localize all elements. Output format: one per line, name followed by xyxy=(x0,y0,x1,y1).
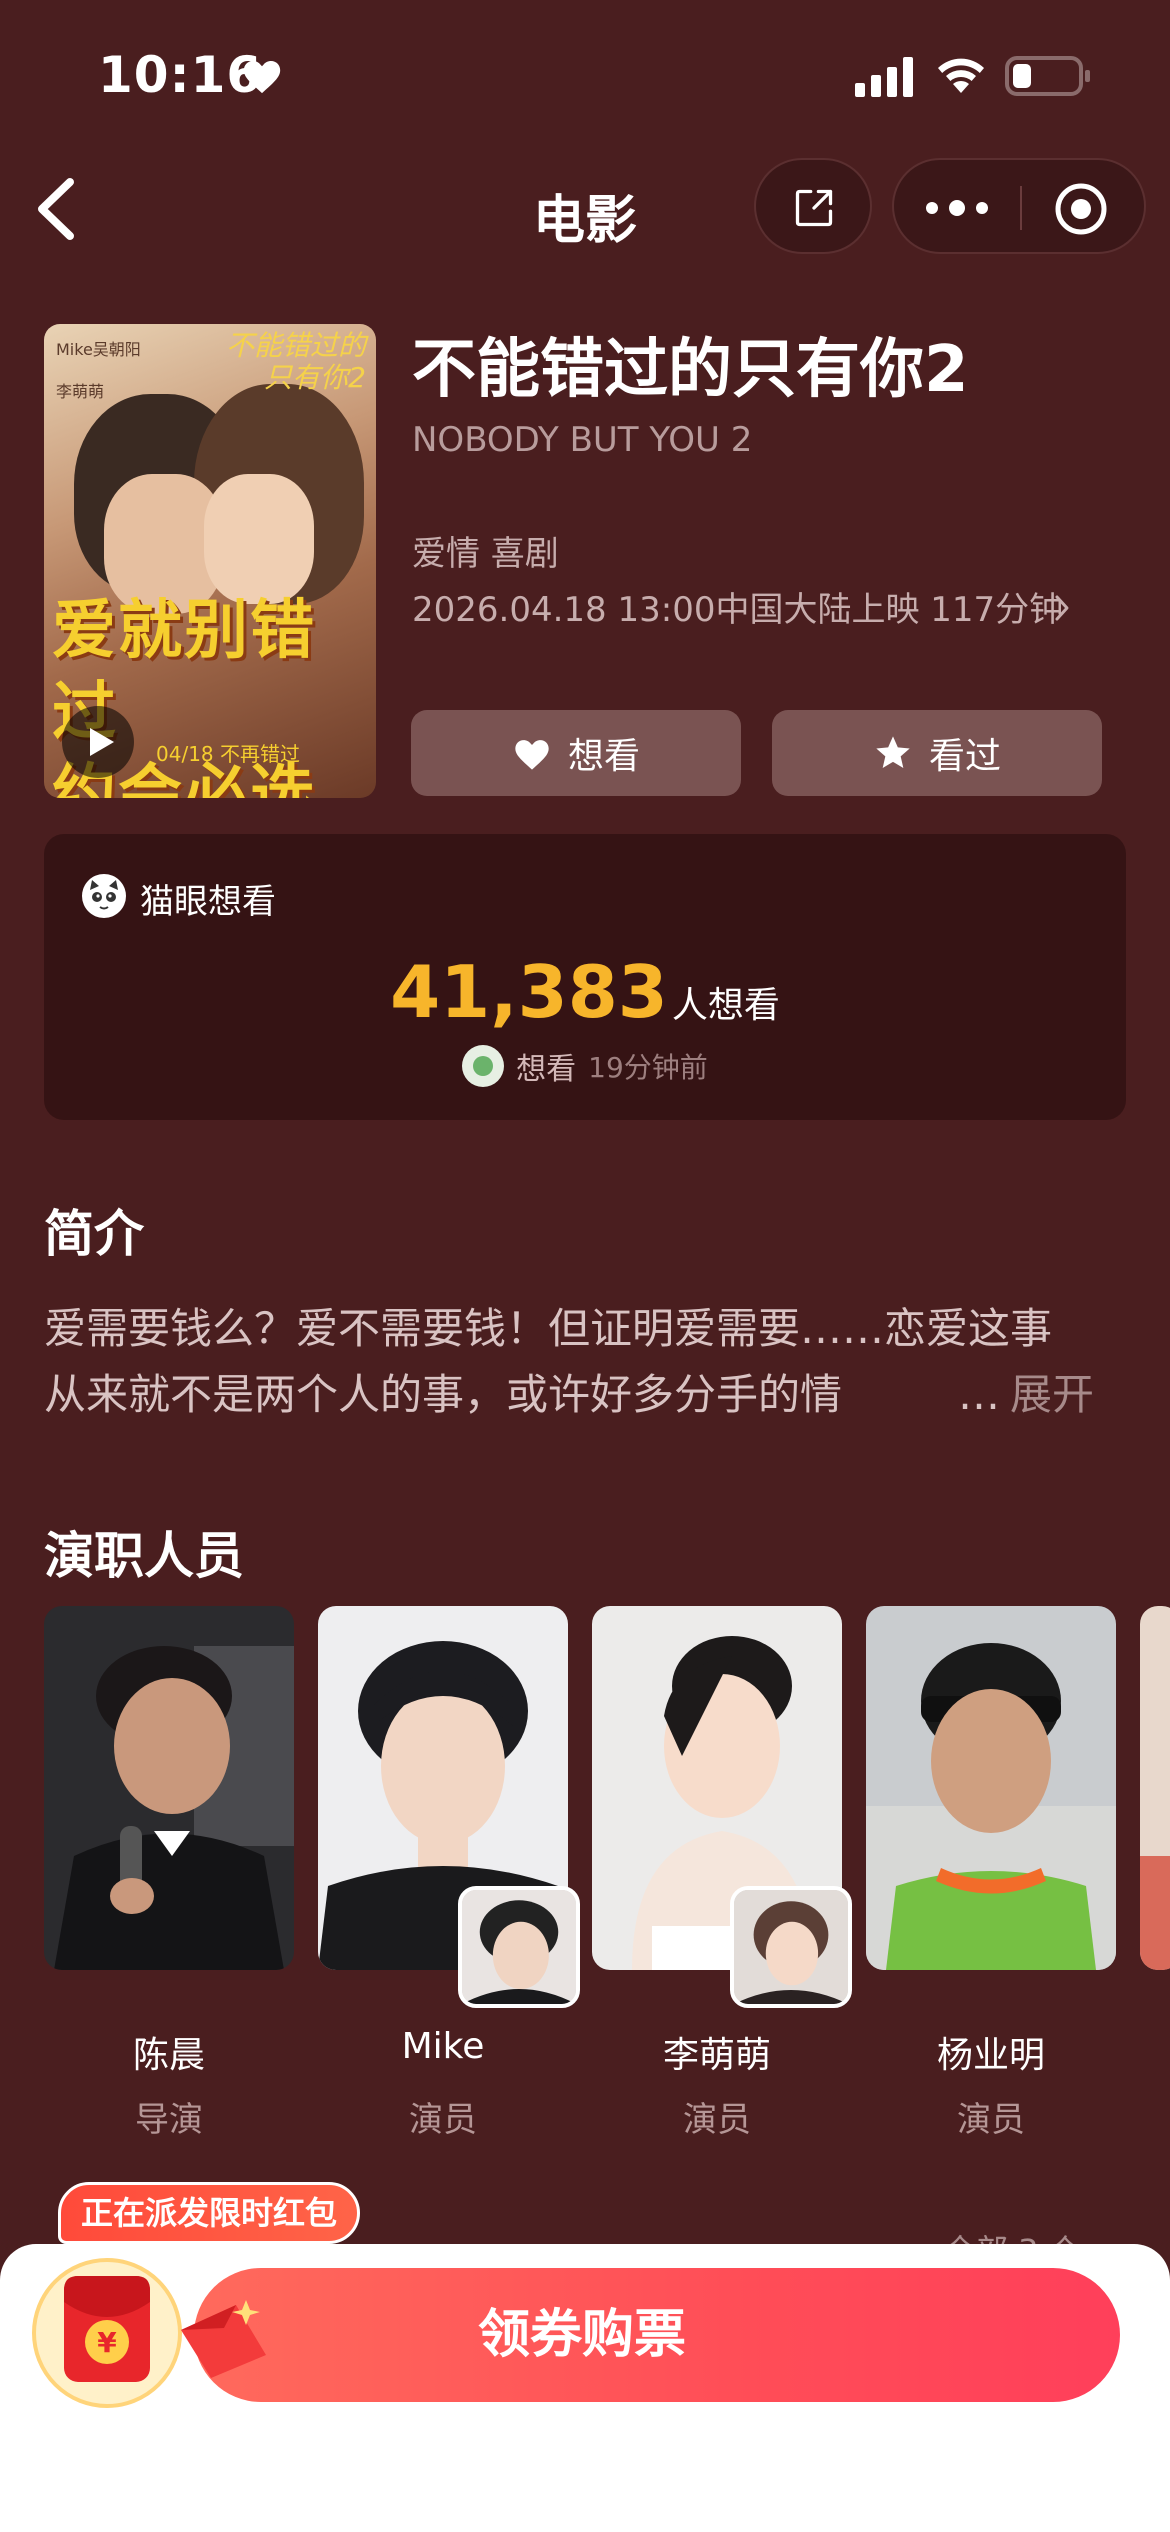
cast-mini-photo xyxy=(734,1890,848,2004)
chevron-right-icon xyxy=(1055,595,1069,621)
want-to-watch-button[interactable]: 想看 xyxy=(411,710,741,796)
cast-role: 演员 xyxy=(409,2100,477,2140)
promo-badge: 正在派发限时红包 xyxy=(58,2182,361,2244)
want-count-row: 41,383 人想看 xyxy=(44,950,1126,1034)
want-to-watch-card: 猫眼想看 41,383 人想看 想看 19分钟前 xyxy=(44,834,1126,1120)
poster-brand-2: 李萌萌 xyxy=(56,382,105,401)
cast-role: 演员 xyxy=(683,2100,751,2140)
poster-brand: Mike吴朝阳 xyxy=(56,340,141,359)
maoyan-cat-icon xyxy=(82,874,126,918)
cast-name: 李萌萌 xyxy=(662,2035,771,2076)
capsule-divider xyxy=(1020,186,1022,230)
red-packet-icon: ¥ xyxy=(64,2276,150,2382)
wifi-icon xyxy=(938,58,984,93)
signal-icon xyxy=(855,57,913,97)
svg-text:¥: ¥ xyxy=(97,2326,117,2359)
heart-icon xyxy=(515,740,549,770)
play-trailer-button[interactable] xyxy=(62,706,134,778)
play-icon xyxy=(90,728,114,756)
cast-role: 导演 xyxy=(135,2100,203,2140)
watched-label: 看过 xyxy=(928,736,1001,777)
status-bar: 10:16 xyxy=(0,0,1170,150)
expand-link[interactable]: 展开 xyxy=(1010,1370,1094,1419)
want-to-watch-label: 想看 xyxy=(567,736,640,777)
buy-ticket-label: 领券购票 xyxy=(477,2305,686,2365)
status-time: 10:16 xyxy=(98,46,263,104)
synopsis-ellipsis: … xyxy=(958,1370,1000,1419)
movie-genre: 爱情 喜剧 xyxy=(412,534,559,574)
watched-button[interactable]: 看过 xyxy=(772,710,1102,796)
cast-photo xyxy=(866,1606,1116,1970)
want-count-suffix: 人想看 xyxy=(671,985,780,1026)
close-icon[interactable] xyxy=(1054,182,1108,236)
recent-action: 想看 xyxy=(516,1052,577,1087)
cast-title: 演职人员 xyxy=(44,1527,244,1585)
share-icon xyxy=(795,189,833,227)
battery-icon xyxy=(1005,56,1090,96)
cast-name: 杨业明 xyxy=(936,2035,1045,2076)
cast-card[interactable] xyxy=(866,1606,1116,1970)
more-icon[interactable] xyxy=(924,188,990,228)
want-source-label: 猫眼想看 xyxy=(140,882,276,922)
cast-card-partial[interactable] xyxy=(1140,1606,1170,1970)
synopsis-expand[interactable]: … 展开 xyxy=(958,1362,1094,1428)
movie-title-en: NOBODY BUT YOU 2 xyxy=(412,420,753,460)
poster-script-title: 不能错过的只有你2 xyxy=(226,329,367,394)
cast-mini-avatar xyxy=(730,1886,852,2008)
share-button[interactable] xyxy=(754,158,872,254)
cast-mini-photo xyxy=(462,1890,576,2004)
want-count: 41,383 xyxy=(390,950,668,1034)
recent-time: 19分钟前 xyxy=(588,1051,708,1084)
synopsis-title: 简介 xyxy=(44,1205,144,1263)
cast-name: Mike xyxy=(401,2026,485,2067)
cast-photo xyxy=(44,1606,294,1970)
red-envelope-icon xyxy=(181,2300,266,2378)
poster-face-right xyxy=(204,474,314,604)
movie-title: 不能错过的只有你2 xyxy=(412,333,969,407)
synopsis-line-1: 爱需要钱么？爱不需要钱！但证明爱需要……恋爱这事 xyxy=(44,1304,1053,1353)
cast-card[interactable] xyxy=(44,1606,294,1970)
cast-name: 陈晨 xyxy=(132,2035,205,2076)
avatar xyxy=(462,1045,505,1087)
heart-icon xyxy=(243,61,281,94)
recent-activity: 想看 19分钟前 xyxy=(44,1044,1126,1088)
poster-date: 04/18 不再错过 xyxy=(156,742,300,766)
star-icon xyxy=(876,736,910,768)
mini-program-capsule xyxy=(892,158,1146,254)
cast-role: 演员 xyxy=(957,2100,1025,2140)
cast-mini-avatar xyxy=(458,1886,580,2008)
movie-release-info[interactable]: 2026.04.18 13:00中国大陆上映 117分钟 xyxy=(412,582,1063,631)
cast-photo xyxy=(1140,1606,1170,1970)
